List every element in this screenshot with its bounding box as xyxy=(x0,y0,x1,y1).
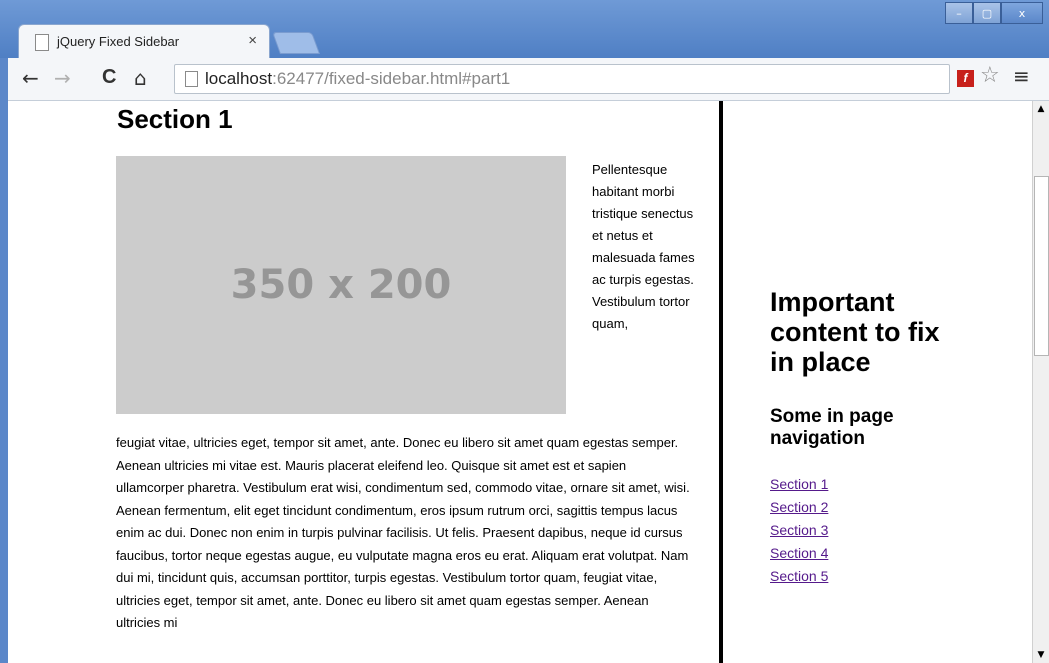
new-tab-button[interactable] xyxy=(271,32,321,54)
scroll-up-icon[interactable]: ▲ xyxy=(1033,101,1049,117)
nav-link-section-5[interactable]: Section 5 xyxy=(770,568,828,584)
placeholder-label: 350 x 200 xyxy=(230,262,452,308)
title-bar: – ▢ x jQuery Fixed Sidebar × xyxy=(0,0,1049,59)
vertical-scrollbar[interactable]: ▲ ▼ xyxy=(1032,101,1049,663)
close-window-button[interactable]: x xyxy=(1001,2,1043,24)
forward-icon[interactable]: → xyxy=(54,66,71,90)
in-page-nav: Section 1 Section 2 Section 3 Section 4 … xyxy=(770,473,828,588)
fixed-sidebar: Important content to fix in place Some i… xyxy=(723,101,1033,663)
nav-item: Section 4 xyxy=(770,542,828,565)
url-text: localhost:62477/fixed-sidebar.html#part1 xyxy=(205,69,511,88)
bookmark-star-icon[interactable]: ☆ xyxy=(980,63,1000,88)
tab-title: jQuery Fixed Sidebar xyxy=(57,34,180,49)
page-info-icon[interactable] xyxy=(185,71,198,87)
reload-icon[interactable]: C xyxy=(102,66,116,89)
minimize-button[interactable]: – xyxy=(945,2,973,24)
tab-close-icon[interactable]: × xyxy=(248,32,257,49)
nav-link-section-4[interactable]: Section 4 xyxy=(770,545,828,561)
maximize-button[interactable]: ▢ xyxy=(973,2,1001,24)
nav-item: Section 2 xyxy=(770,496,828,519)
body-paragraph: feugiat vitae, ultricies eget, tempor si… xyxy=(116,435,690,630)
sidebar-subheading: Some in page navigation xyxy=(770,406,894,449)
nav-link-section-1[interactable]: Section 1 xyxy=(770,476,828,492)
scroll-down-icon[interactable]: ▼ xyxy=(1033,647,1049,663)
nav-item: Section 1 xyxy=(770,473,828,496)
address-bar[interactable]: localhost:62477/fixed-sidebar.html#part1 xyxy=(174,64,950,94)
placeholder-image: 350 x 200 xyxy=(116,156,566,414)
flash-icon[interactable]: f xyxy=(957,70,974,87)
home-icon[interactable]: ⌂ xyxy=(134,66,147,90)
back-icon[interactable]: ← xyxy=(22,66,39,90)
main-content: Section 1 350 x 200 Pellentesque habitan… xyxy=(8,101,722,663)
browser-toolbar: ← → C ⌂ localhost:62477/fixed-sidebar.ht… xyxy=(8,58,1049,101)
window-controls: – ▢ x xyxy=(945,2,1043,24)
wrapped-paragraph: Pellentesque habitant morbi tristique se… xyxy=(592,162,695,331)
nav-link-section-3[interactable]: Section 3 xyxy=(770,522,828,538)
page-icon xyxy=(35,34,49,51)
menu-icon[interactable]: ≡ xyxy=(1013,64,1030,88)
browser-tab[interactable]: jQuery Fixed Sidebar × xyxy=(18,24,270,59)
page-viewport: Section 1 350 x 200 Pellentesque habitan… xyxy=(8,101,1049,663)
sidebar-heading: Important content to fix in place xyxy=(770,287,940,377)
section-title: Section 1 xyxy=(117,104,233,134)
nav-link-section-2[interactable]: Section 2 xyxy=(770,499,828,515)
nav-item: Section 3 xyxy=(770,519,828,542)
nav-item: Section 5 xyxy=(770,565,828,588)
scroll-thumb[interactable] xyxy=(1034,176,1049,356)
